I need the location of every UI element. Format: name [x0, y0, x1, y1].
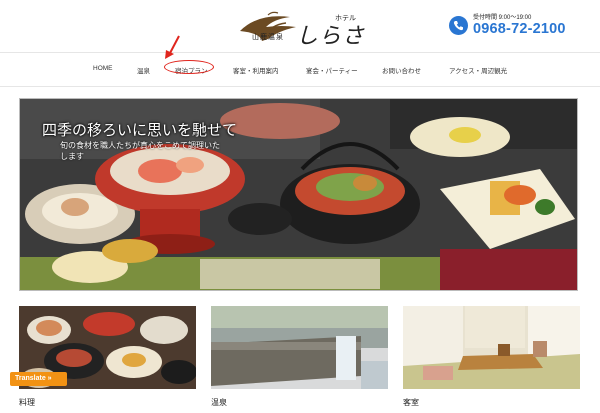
hotel-logo[interactable]: 山鹿温泉 ホテル しらさぎ [238, 11, 366, 81]
nav-item-onsen[interactable]: 温泉 [137, 65, 150, 75]
onsen-image [211, 306, 388, 389]
logo-small-text: 山鹿温泉 [252, 33, 284, 41]
annotation-circle [164, 60, 214, 74]
card-label-rooms[interactable]: 客室 [403, 397, 419, 408]
business-hours: 受付時間 9:00～19:00 [473, 15, 532, 21]
translate-button[interactable]: Translate » [10, 372, 67, 386]
nav-item-banquet[interactable]: 宴会・パーティー [306, 65, 358, 75]
hero-subtitle: 旬の食材を職人たちが真心をこめて調理いたします [60, 141, 220, 161]
card-label-onsen[interactable]: 温泉 [211, 397, 227, 408]
hero-title: 四季の移ろいに思いを馳せて [42, 121, 238, 139]
nav-item-home[interactable]: HOME [93, 65, 113, 72]
nav-item-rooms[interactable]: 客室・利用案内 [233, 65, 279, 75]
nav-item-access[interactable]: アクセス・周辺観光 [449, 65, 507, 75]
hero-banner[interactable]: 四季の移ろいに思いを馳せて 旬の食材を職人たちが真心をこめて調理いたします [19, 98, 578, 291]
room-image [403, 306, 580, 389]
contact-block: 受付時間 9:00～19:00 0968-72-2100 [449, 12, 589, 40]
phone-icon [449, 16, 468, 35]
site-header: 山鹿温泉 ホテル しらさぎ 受付時間 9:00～19:00 0968-72-21… [0, 0, 600, 81]
card-label-cuisine[interactable]: 料理 [19, 397, 35, 408]
main-nav: HOME 温泉 宿泊プラン 客室・利用案内 宴会・パーティー お問い合わせ アク… [0, 52, 600, 87]
card-rooms[interactable] [403, 306, 580, 389]
card-onsen[interactable] [211, 306, 388, 389]
nav-item-contact[interactable]: お問い合わせ [382, 65, 421, 75]
annotation-arrow-icon [165, 35, 180, 59]
phone-number[interactable]: 0968-72-2100 [473, 21, 566, 37]
